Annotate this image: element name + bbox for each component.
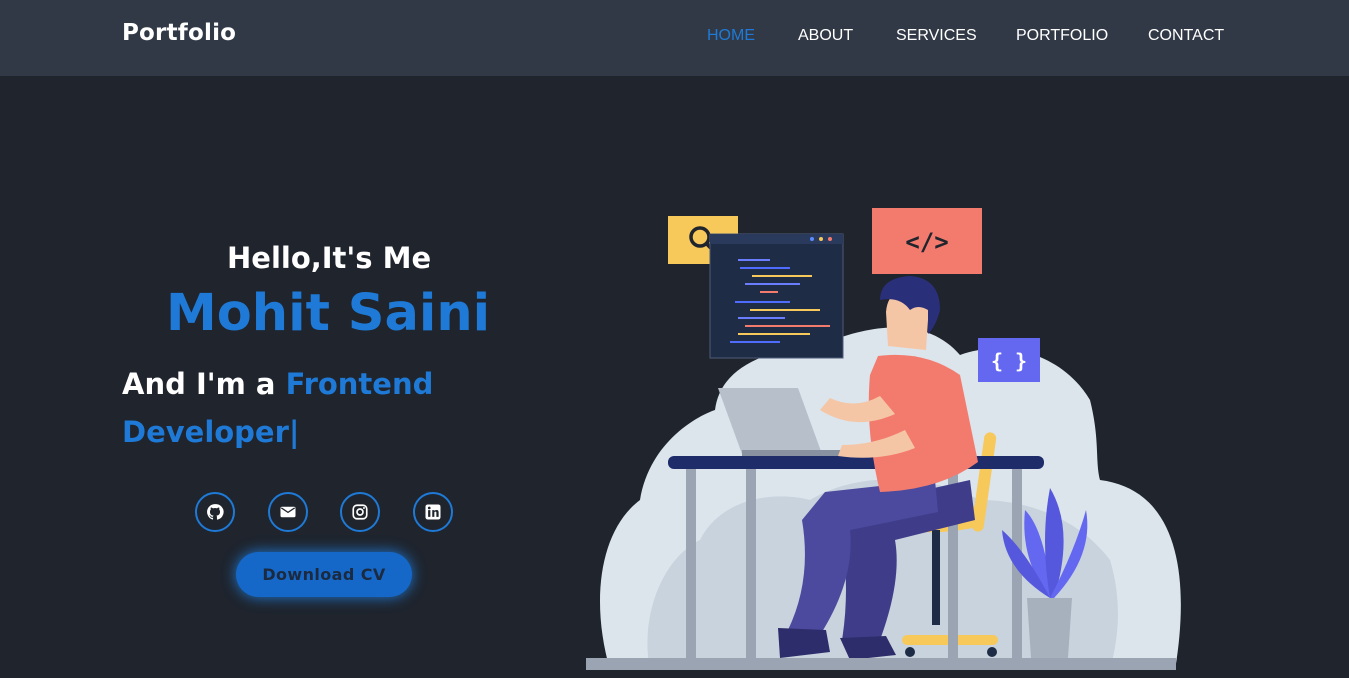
github-icon	[207, 504, 224, 520]
greeting: Hello,It's Me	[227, 241, 432, 275]
nav-portfolio[interactable]: PORTFOLIO	[1016, 27, 1108, 45]
linkedin-icon	[425, 504, 441, 520]
role-line: And I'm a Frontend Developer|	[122, 360, 452, 456]
site-header: Portfolio HOME ABOUT SERVICES PORTFOLIO …	[0, 0, 1349, 76]
code-window	[709, 233, 844, 359]
instagram-link[interactable]	[340, 492, 380, 532]
mail-link[interactable]	[268, 492, 308, 532]
nav-about[interactable]: ABOUT	[798, 27, 853, 45]
github-link[interactable]	[195, 492, 235, 532]
nav-contact[interactable]: CONTACT	[1148, 27, 1224, 45]
svg-text:</>: </>	[905, 228, 948, 256]
instagram-icon	[352, 504, 368, 520]
linkedin-link[interactable]	[413, 492, 453, 532]
braces-card: { }	[978, 338, 1040, 382]
nav-services[interactable]: SERVICES	[896, 27, 977, 45]
main-nav: HOME ABOUT SERVICES PORTFOLIO CONTACT	[0, 27, 1349, 51]
mail-icon	[280, 506, 296, 518]
svg-text:{ }: { }	[991, 349, 1027, 373]
hero-name: Mohit Saini	[166, 284, 491, 343]
nav-home[interactable]: HOME	[707, 27, 755, 45]
download-cv-button[interactable]: Download CV	[236, 552, 412, 597]
code-tag-card: </>	[872, 208, 982, 274]
role-prefix: And I'm a	[122, 367, 276, 401]
social-links	[0, 492, 600, 532]
developer-illustration: </> { }	[586, 208, 1181, 670]
